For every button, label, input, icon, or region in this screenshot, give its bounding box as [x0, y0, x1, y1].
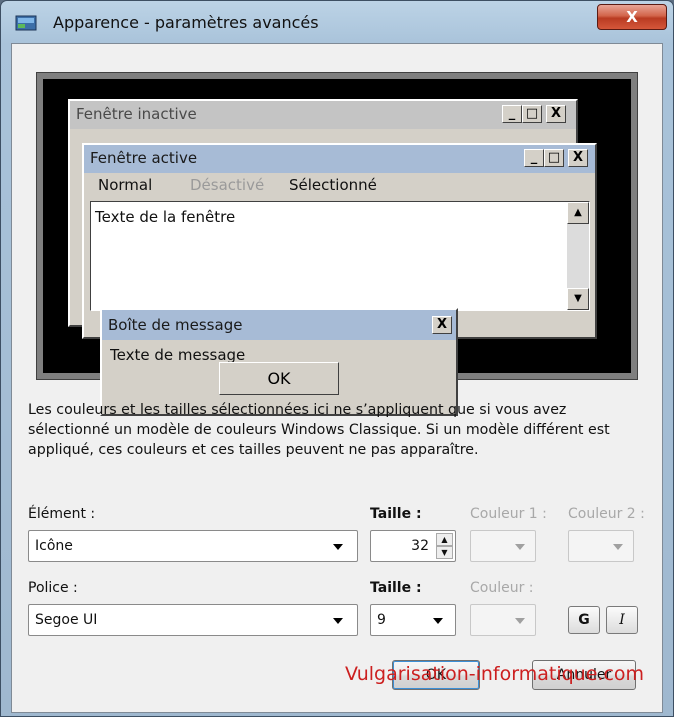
preview-message-text: Texte de message	[110, 346, 246, 364]
element-size-stepper[interactable]: 32 ▲ ▼	[370, 530, 456, 562]
preview-active-titlebar[interactable]: Fenêtre active	[84, 145, 595, 173]
menu-item-selected[interactable]: Sélectionné	[289, 176, 377, 194]
maximize-icon: □	[522, 105, 542, 123]
minimize-icon: _	[502, 105, 522, 123]
chevron-down-icon	[333, 618, 343, 624]
font-select[interactable]: Segoe UI	[28, 604, 358, 636]
color1-label: Couleur 1 :	[470, 506, 547, 522]
close-icon: X	[432, 316, 452, 334]
maximize-icon: □	[544, 149, 564, 167]
preview-inactive-title: Fenêtre inactive	[76, 105, 197, 123]
preview-inactive-titlebar[interactable]: Fenêtre inactive	[70, 101, 576, 129]
preview-message-titlebar[interactable]: Boîte de message	[102, 310, 456, 340]
menu-item-normal[interactable]: Normal	[98, 176, 152, 194]
chevron-down-icon	[333, 544, 343, 550]
preview-menu-bar: Normal Désactivé Sélectionné	[84, 173, 595, 199]
element-select[interactable]: Icône	[28, 530, 358, 562]
chevron-down-icon	[613, 544, 623, 550]
scroll-up-icon: ▲	[567, 202, 589, 224]
window-title: Apparence - paramètres avancés	[53, 13, 319, 32]
minimize-icon: _	[524, 149, 544, 167]
preview-message-title: Boîte de message	[108, 316, 243, 334]
close-button[interactable]: X	[597, 4, 667, 30]
menu-item-disabled[interactable]: Désactivé	[190, 176, 264, 194]
color2-label: Couleur 2 :	[568, 506, 645, 522]
font-size-label: Taille :	[370, 580, 422, 596]
title-bar[interactable]: Apparence - paramètres avancés X	[1, 1, 673, 43]
italic-button[interactable]: I	[606, 606, 638, 634]
chevron-down-icon	[515, 618, 525, 624]
font-select-value: Segoe UI	[35, 612, 98, 628]
element-select-value: Icône	[35, 538, 73, 554]
chevron-down-icon	[433, 618, 443, 624]
font-color-picker[interactable]	[470, 604, 536, 636]
preview-window-text: Texte de la fenêtre	[95, 208, 236, 226]
scroll-down-icon: ▼	[567, 288, 589, 310]
bold-button[interactable]: G	[568, 606, 600, 634]
element-size-value: 32	[411, 538, 429, 554]
preview-window-text-area[interactable]: Texte de la fenêtre ▲ ▼	[90, 201, 590, 311]
info-text: Les couleurs et les tailles sélectionnée…	[28, 402, 610, 458]
font-size-value: 9	[377, 612, 386, 628]
dialog-content: Fenêtre inactive _ □ X Fenêtre active _ …	[11, 43, 663, 713]
stepper-down-icon[interactable]: ▼	[436, 546, 453, 559]
color1-picker[interactable]	[470, 530, 536, 562]
color2-picker[interactable]	[568, 530, 634, 562]
font-label: Police :	[28, 580, 78, 596]
font-size-select[interactable]: 9	[370, 604, 456, 636]
element-size-label: Taille :	[370, 506, 422, 522]
font-color-label: Couleur :	[470, 580, 534, 596]
display-settings-icon	[15, 15, 37, 31]
watermark-text: Vulgarisation-informatique.com	[345, 663, 645, 685]
close-icon: X	[546, 105, 566, 123]
close-icon: X	[568, 149, 588, 167]
chevron-down-icon	[515, 544, 525, 550]
preview-active-title: Fenêtre active	[90, 149, 198, 167]
stepper-up-icon[interactable]: ▲	[436, 533, 453, 546]
preview-scrollbar[interactable]: ▲ ▼	[567, 202, 589, 310]
preview-ok-button[interactable]: OK	[219, 362, 339, 395]
element-label: Élément :	[28, 506, 96, 522]
dialog-window: Apparence - paramètres avancés X Fenêtre…	[0, 0, 674, 717]
